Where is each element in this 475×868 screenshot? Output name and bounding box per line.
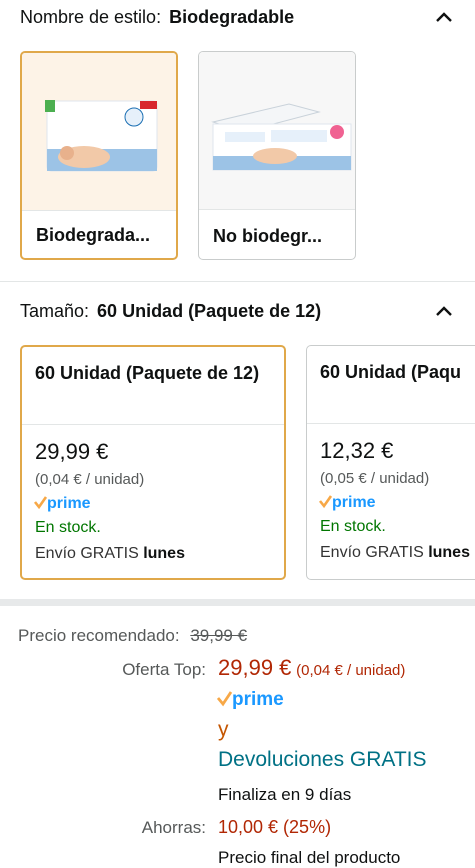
deal-ends-text: Finaliza en 9 días (218, 785, 352, 804)
shipping-day: lunes (428, 544, 470, 561)
style-header-text: Nombre de estilo: Biodegradable (20, 7, 294, 28)
style-option-caption: Biodegrada... (36, 225, 151, 245)
rrp-row: Precio recomendado: 39,99 € (18, 626, 247, 646)
shipping-text: Envío GRATIS (35, 545, 139, 562)
size-option-unit-price: (0,04 € / unidad) (35, 471, 145, 488)
waterwipes-pack-icon (22, 53, 176, 210)
style-option-non-biodegradable[interactable]: No biodegr... (198, 51, 356, 260)
size-label: Tamaño: (20, 300, 90, 321)
size-option-card[interactable]: 60 Unidad (Paqu 12,32 € (0,05 € / unidad… (306, 345, 475, 580)
style-option-caption: No biodegr... (213, 226, 323, 246)
free-returns-link[interactable]: Devoluciones GRATIS (218, 748, 427, 772)
and-text: y (218, 718, 229, 741)
rrp-value: 39,99 € (190, 626, 248, 645)
size-option-card[interactable]: 60 Unidad (Paquete de 12) 29,99 € (0,04 … (20, 345, 286, 580)
size-option-price: 29,99 € (35, 439, 109, 464)
style-label: Nombre de estilo: (20, 6, 162, 27)
final-price-note: Precio final del producto (218, 848, 401, 867)
section-divider (0, 281, 475, 282)
size-option-unit-price: (0,05 € / unidad) (320, 470, 430, 487)
size-option-shipping: Envío GRATIS lunes (35, 545, 185, 563)
size-option-title: 60 Unidad (Paqu (320, 362, 462, 382)
card-separator (307, 423, 475, 424)
size-value: 60 Unidad (Paquete de 12) (97, 300, 322, 321)
size-header[interactable]: Tamaño: 60 Unidad (Paquete de 12) (20, 300, 455, 322)
savings-value: 10,00 € (25%) (218, 817, 332, 837)
prime-text: prime (332, 494, 376, 511)
size-option-title: 60 Unidad (Paquete de 12) (35, 363, 260, 383)
rrp-label: Precio recomendado: (18, 626, 180, 645)
card-separator (22, 424, 284, 425)
size-option-price: 12,32 € (320, 438, 394, 463)
style-header[interactable]: Nombre de estilo: Biodegradable (20, 6, 455, 28)
prime-badge: prime (318, 492, 398, 517)
size-option-shipping: Envío GRATIS lunes (320, 544, 470, 562)
prime-text: prime (232, 689, 284, 710)
savings-label: Ahorras: (141, 818, 206, 837)
deal-label: Oferta Top: (122, 660, 206, 679)
chevron-up-icon[interactable] (433, 300, 455, 322)
chevron-up-icon[interactable] (433, 6, 455, 28)
deal-unit-price: (0,04 € / unidad) (296, 662, 406, 679)
waterwipes-box-icon (199, 52, 355, 209)
card-separator (22, 210, 176, 211)
deal-row: 29,99 € (0,04 € / unidad) (218, 655, 405, 681)
style-value: Biodegradable (169, 6, 295, 27)
shipping-text: Envío GRATIS (320, 544, 424, 561)
prime-text: prime (47, 495, 91, 512)
size-option-stock: En stock. (35, 519, 101, 536)
card-separator (199, 209, 355, 210)
deal-price: 29,99 € (218, 655, 292, 680)
prime-badge: prime (33, 493, 113, 518)
prime-badge: prime (216, 688, 306, 715)
size-header-text: Tamaño: 60 Unidad (Paquete de 12) (20, 301, 321, 322)
style-option-biodegradable[interactable]: Biodegrada... (20, 51, 178, 260)
size-option-stock: En stock. (320, 518, 386, 535)
shipping-day: lunes (143, 545, 185, 562)
section-divider (0, 599, 475, 606)
